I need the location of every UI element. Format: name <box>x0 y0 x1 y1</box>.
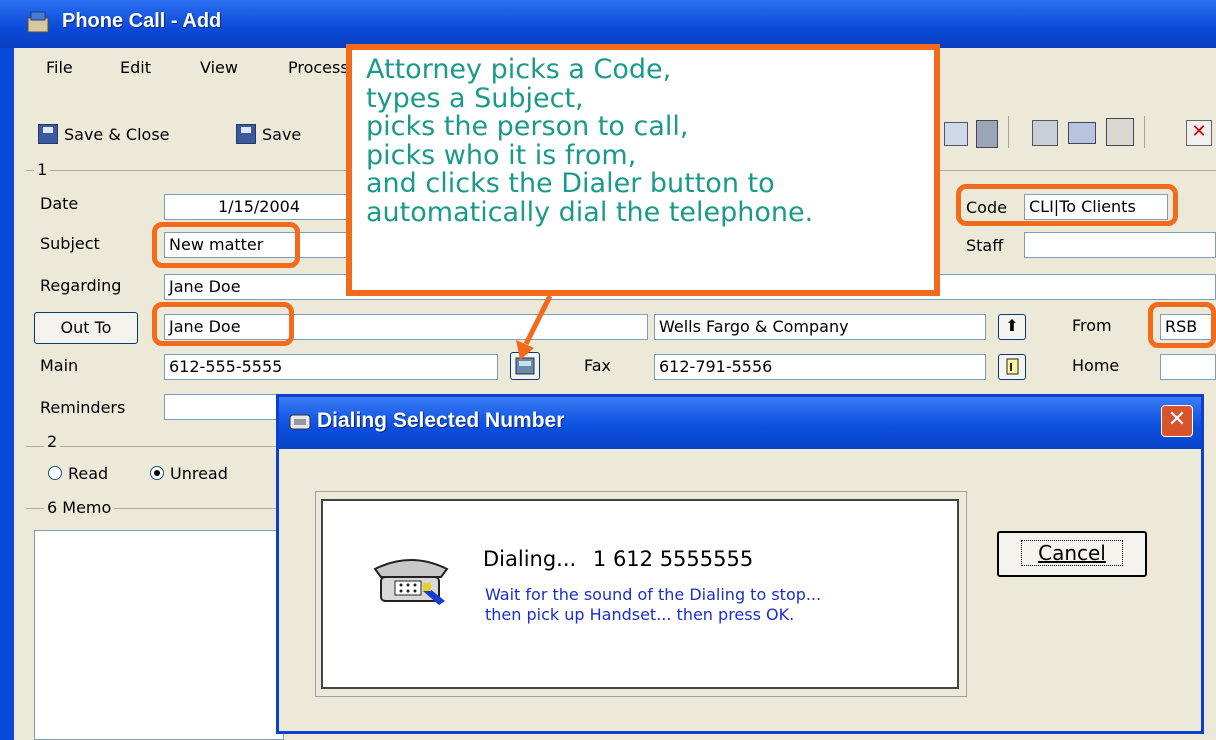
toolbar-separator <box>1008 116 1009 148</box>
memo-textarea[interactable] <box>34 530 284 740</box>
save-close-button[interactable]: Save & Close <box>38 124 170 144</box>
dialing-dialog: Dialing Selected Number ✕ Dialing... 1 6… <box>276 394 1204 734</box>
reminders-label: Reminders <box>40 398 126 417</box>
title-bar[interactable]: Phone Call - Add <box>0 0 1216 48</box>
attach-icon[interactable] <box>944 122 968 146</box>
copy-icon[interactable] <box>1032 120 1058 146</box>
save-close-label: Save & Close <box>64 124 170 144</box>
save-label: Save <box>262 124 302 144</box>
staff-label: Staff <box>966 236 1004 255</box>
read-radio[interactable] <box>48 466 62 480</box>
dialog-title: Dialing Selected Number <box>317 409 565 432</box>
dialing-panel: Dialing... 1 612 5555555 Wait for the so… <box>321 499 959 689</box>
window-border <box>0 48 14 740</box>
print-icon[interactable] <box>1068 122 1096 144</box>
dialing-phone-icon <box>373 559 449 605</box>
telephone-icon <box>289 414 311 430</box>
staff-field[interactable] <box>1024 232 1216 258</box>
delete-icon[interactable]: ✕ <box>1186 120 1212 146</box>
save-button[interactable]: Save <box>236 124 301 144</box>
dialog-title-bar[interactable]: Dialing Selected Number ✕ <box>279 397 1201 449</box>
main-phone-field[interactable]: 612-555-5555 <box>164 354 498 380</box>
dialing-status: Dialing... 1 612 5555555 <box>483 547 753 571</box>
out-to-button[interactable]: Out To <box>34 312 138 344</box>
subject-highlight <box>152 222 300 268</box>
toolbar-separator <box>1144 116 1145 148</box>
disk-icon <box>38 124 58 144</box>
instruction-callout: Attorney picks a Code, types a Subject, … <box>346 44 940 296</box>
main-label: Main <box>40 356 79 375</box>
instruction-line-2: then pick up Handset... then press OK. <box>485 605 795 624</box>
code-highlight <box>956 184 1178 226</box>
close-icon[interactable]: ✕ <box>1161 405 1193 437</box>
menu-process[interactable]: Process <box>288 58 349 77</box>
group-1-number: 1 <box>34 160 51 179</box>
up-arrow-icon[interactable]: ⬆ <box>998 314 1026 340</box>
callout-arrow <box>516 294 553 360</box>
fax-label: Fax <box>584 356 612 375</box>
regarding-label: Regarding <box>40 276 122 295</box>
cancel-label: Cancel <box>1021 540 1123 566</box>
menu-edit[interactable]: Edit <box>120 58 151 77</box>
date-label: Date <box>40 194 79 213</box>
dialing-number: 1 612 5555555 <box>592 547 754 571</box>
radio-dot <box>154 470 160 476</box>
phone-app-icon <box>27 11 49 33</box>
from-highlight <box>1148 302 1216 348</box>
reminders-field[interactable] <box>164 394 294 420</box>
properties-icon[interactable] <box>1106 118 1134 146</box>
fax-field[interactable]: 612-791-5556 <box>654 354 986 380</box>
home-field[interactable] <box>1160 354 1216 380</box>
out-to-highlight <box>152 302 294 346</box>
from-label: From <box>1072 316 1112 335</box>
dialing-label: Dialing... <box>483 547 577 571</box>
callout-text: Attorney picks a Code, types a Subject, … <box>366 54 814 228</box>
company-field[interactable]: Wells Fargo & Company <box>654 314 986 340</box>
window-title: Phone Call - Add <box>62 10 222 32</box>
phone-book-icon[interactable] <box>976 120 998 148</box>
home-label: Home <box>1072 356 1120 375</box>
note-icon[interactable] <box>998 354 1026 380</box>
unread-radio[interactable] <box>150 466 164 480</box>
subject-label: Subject <box>40 234 100 253</box>
cancel-button[interactable]: Cancel <box>997 531 1147 577</box>
menu-view[interactable]: View <box>200 58 238 77</box>
memo-label: 6 Memo <box>44 498 115 517</box>
read-label: Read <box>68 464 109 483</box>
disk-icon <box>236 124 256 144</box>
unread-label: Unread <box>170 464 228 483</box>
group-2-number: 2 <box>44 432 61 451</box>
menu-file[interactable]: File <box>46 58 73 77</box>
date-field[interactable]: 1/15/2004 <box>164 194 354 220</box>
instruction-line-1: Wait for the sound of the Dialing to sto… <box>485 585 822 604</box>
group-2-border <box>26 446 286 447</box>
note-glyph <box>1006 358 1019 375</box>
